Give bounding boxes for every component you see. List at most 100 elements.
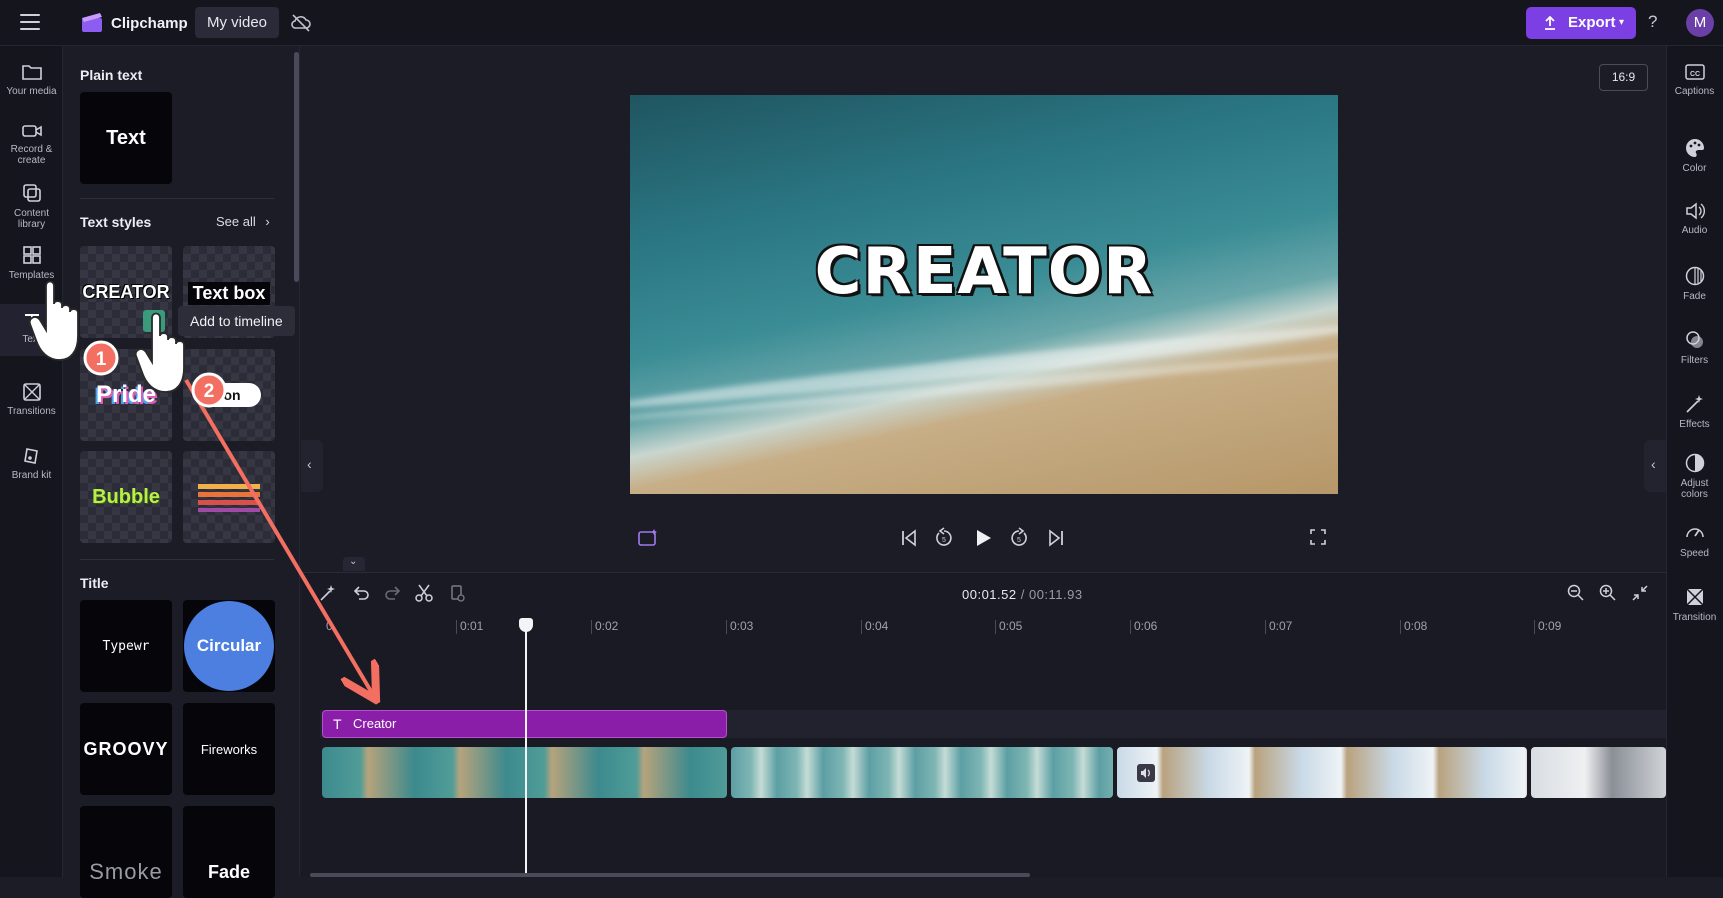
rail-brand-kit[interactable]: Brand kit <box>0 446 63 481</box>
palette-icon <box>1685 139 1704 157</box>
rail-label: Captions <box>1674 86 1715 97</box>
rail-transitions[interactable]: Transitions <box>0 382 63 417</box>
ruler-label: 0:03 <box>730 619 754 633</box>
ruler-tick <box>591 620 592 634</box>
speed-icon <box>1685 528 1704 538</box>
rail-color[interactable]: Color <box>1666 137 1723 174</box>
ruler-label: 0:08 <box>1404 619 1428 633</box>
transition-icon <box>1685 588 1704 606</box>
text-style-retro[interactable] <box>183 451 275 543</box>
title-typewriter[interactable]: Typewr <box>80 600 172 692</box>
export-label: Export <box>1568 14 1616 31</box>
text-style-label: Bubble <box>92 485 160 508</box>
plain-text-tile[interactable]: Text <box>80 92 172 184</box>
rail-label: Brand kit <box>11 470 52 481</box>
playhead[interactable] <box>525 618 527 877</box>
help-icon[interactable]: ? <box>1648 12 1657 32</box>
video-clip-waves[interactable] <box>731 747 1113 798</box>
ruler-tick <box>1534 620 1535 634</box>
fullscreen-icon[interactable] <box>1308 527 1328 552</box>
video-preview: CREATOR <box>630 95 1338 494</box>
audio-icon <box>1137 764 1155 782</box>
text-icon <box>24 314 39 328</box>
rail-fade[interactable]: Fade <box>1666 265 1723 302</box>
rail-transition[interactable]: Transition <box>1666 586 1723 623</box>
rail-label: Color <box>1682 163 1707 174</box>
title-label: Smoke <box>89 859 163 884</box>
collapse-properties-button[interactable]: ‹ <box>1644 440 1666 492</box>
title-fireworks[interactable]: Fireworks <box>183 703 275 795</box>
rail-filters[interactable]: Filters <box>1666 329 1723 366</box>
see-all-label: See all <box>216 214 256 229</box>
skip-forward-icon[interactable] <box>1046 527 1066 554</box>
playhead-handle[interactable] <box>519 618 533 632</box>
ruler-tick <box>861 620 862 634</box>
split-icon[interactable] <box>414 583 434 608</box>
aspect-ratio-button[interactable]: 16:9 <box>1599 64 1648 91</box>
title-label: Circular <box>196 636 262 655</box>
skip-back-icon[interactable] <box>899 527 919 554</box>
rail-label: Text <box>22 334 41 345</box>
title-section-title: Title <box>80 575 109 591</box>
text-style-pride[interactable]: Pride <box>80 349 172 441</box>
text-style-label: on <box>197 383 261 407</box>
add-to-timeline-button[interactable] <box>143 310 165 332</box>
filters-icon <box>1685 331 1703 348</box>
svg-text:5: 5 <box>1017 537 1021 544</box>
forward-5-icon[interactable]: 5 <box>1008 527 1030 554</box>
undo-icon[interactable] <box>351 583 371 608</box>
auto-captions-icon[interactable] <box>637 527 659 554</box>
rail-text[interactable]: Text <box>0 304 63 356</box>
chevron-down-icon: ⌄ <box>349 556 358 567</box>
text-icon: T <box>333 716 342 732</box>
title-smoke[interactable]: Smoke <box>80 806 172 898</box>
panel-scrollbar[interactable] <box>294 52 299 282</box>
video-clip-desert[interactable] <box>1117 747 1527 798</box>
library-icon <box>22 184 41 202</box>
ruler-tick <box>995 620 996 634</box>
see-all-link[interactable]: See all › <box>216 214 270 229</box>
rail-speed[interactable]: Speed <box>1666 522 1723 559</box>
export-button[interactable]: Export ▾ <box>1526 7 1636 39</box>
text-styles-title: Text styles <box>80 214 152 230</box>
rail-audio[interactable]: Audio <box>1666 201 1723 236</box>
rail-captions[interactable]: CC Captions <box>1666 62 1723 97</box>
rewind-5-icon[interactable]: 5 <box>933 527 955 554</box>
rail-effects[interactable]: Effects <box>1666 393 1723 430</box>
ruler-label: 0:02 <box>595 619 619 633</box>
rail-label: Filters <box>1680 355 1709 366</box>
rail-content-library[interactable]: Content library <box>0 182 63 230</box>
svg-text:CC: CC <box>1689 71 1699 78</box>
text-style-bubble[interactable]: Bubble <box>80 451 172 543</box>
fit-timeline-icon[interactable] <box>1630 583 1650 608</box>
title-groovy[interactable]: GROOVY <box>80 703 172 795</box>
magic-icon[interactable] <box>318 583 338 608</box>
rail-your-media[interactable]: Your media <box>0 62 63 97</box>
timeline-scrollbar[interactable] <box>310 873 1030 877</box>
title-circular[interactable]: Circular <box>183 600 275 692</box>
delete-clip-icon[interactable] <box>447 583 467 608</box>
rail-label: Fade <box>1683 291 1706 302</box>
timeline-toggle-button[interactable]: ⌄ <box>343 556 365 571</box>
menu-icon[interactable] <box>20 14 40 30</box>
zoom-in-icon[interactable] <box>1598 583 1618 608</box>
upload-icon <box>1545 15 1555 30</box>
play-icon[interactable] <box>972 527 994 554</box>
cloud-off-icon[interactable] <box>290 13 312 33</box>
rail-record-create[interactable]: Record & create <box>0 122 63 166</box>
redo-icon[interactable] <box>383 583 403 608</box>
title-fade[interactable]: Fade <box>183 806 275 898</box>
project-name-field[interactable]: My video <box>195 7 280 38</box>
ruler-tick <box>1130 620 1131 634</box>
ruler-label: 0:09 <box>1538 619 1562 633</box>
collapse-panel-button[interactable]: ‹ <box>301 440 323 492</box>
avatar[interactable]: M <box>1686 9 1714 37</box>
rail-adjust-colors[interactable]: Adjust colors <box>1666 452 1723 500</box>
text-style-pill[interactable]: on <box>183 349 275 441</box>
magic-wand-icon <box>1685 395 1703 413</box>
retro-stripes-graphic <box>183 451 275 543</box>
preview-overlay-text[interactable]: CREATOR <box>630 235 1338 309</box>
zoom-out-icon[interactable] <box>1566 583 1586 608</box>
video-clip-truck[interactable] <box>1531 747 1666 798</box>
rail-templates[interactable]: Templates <box>0 244 63 281</box>
